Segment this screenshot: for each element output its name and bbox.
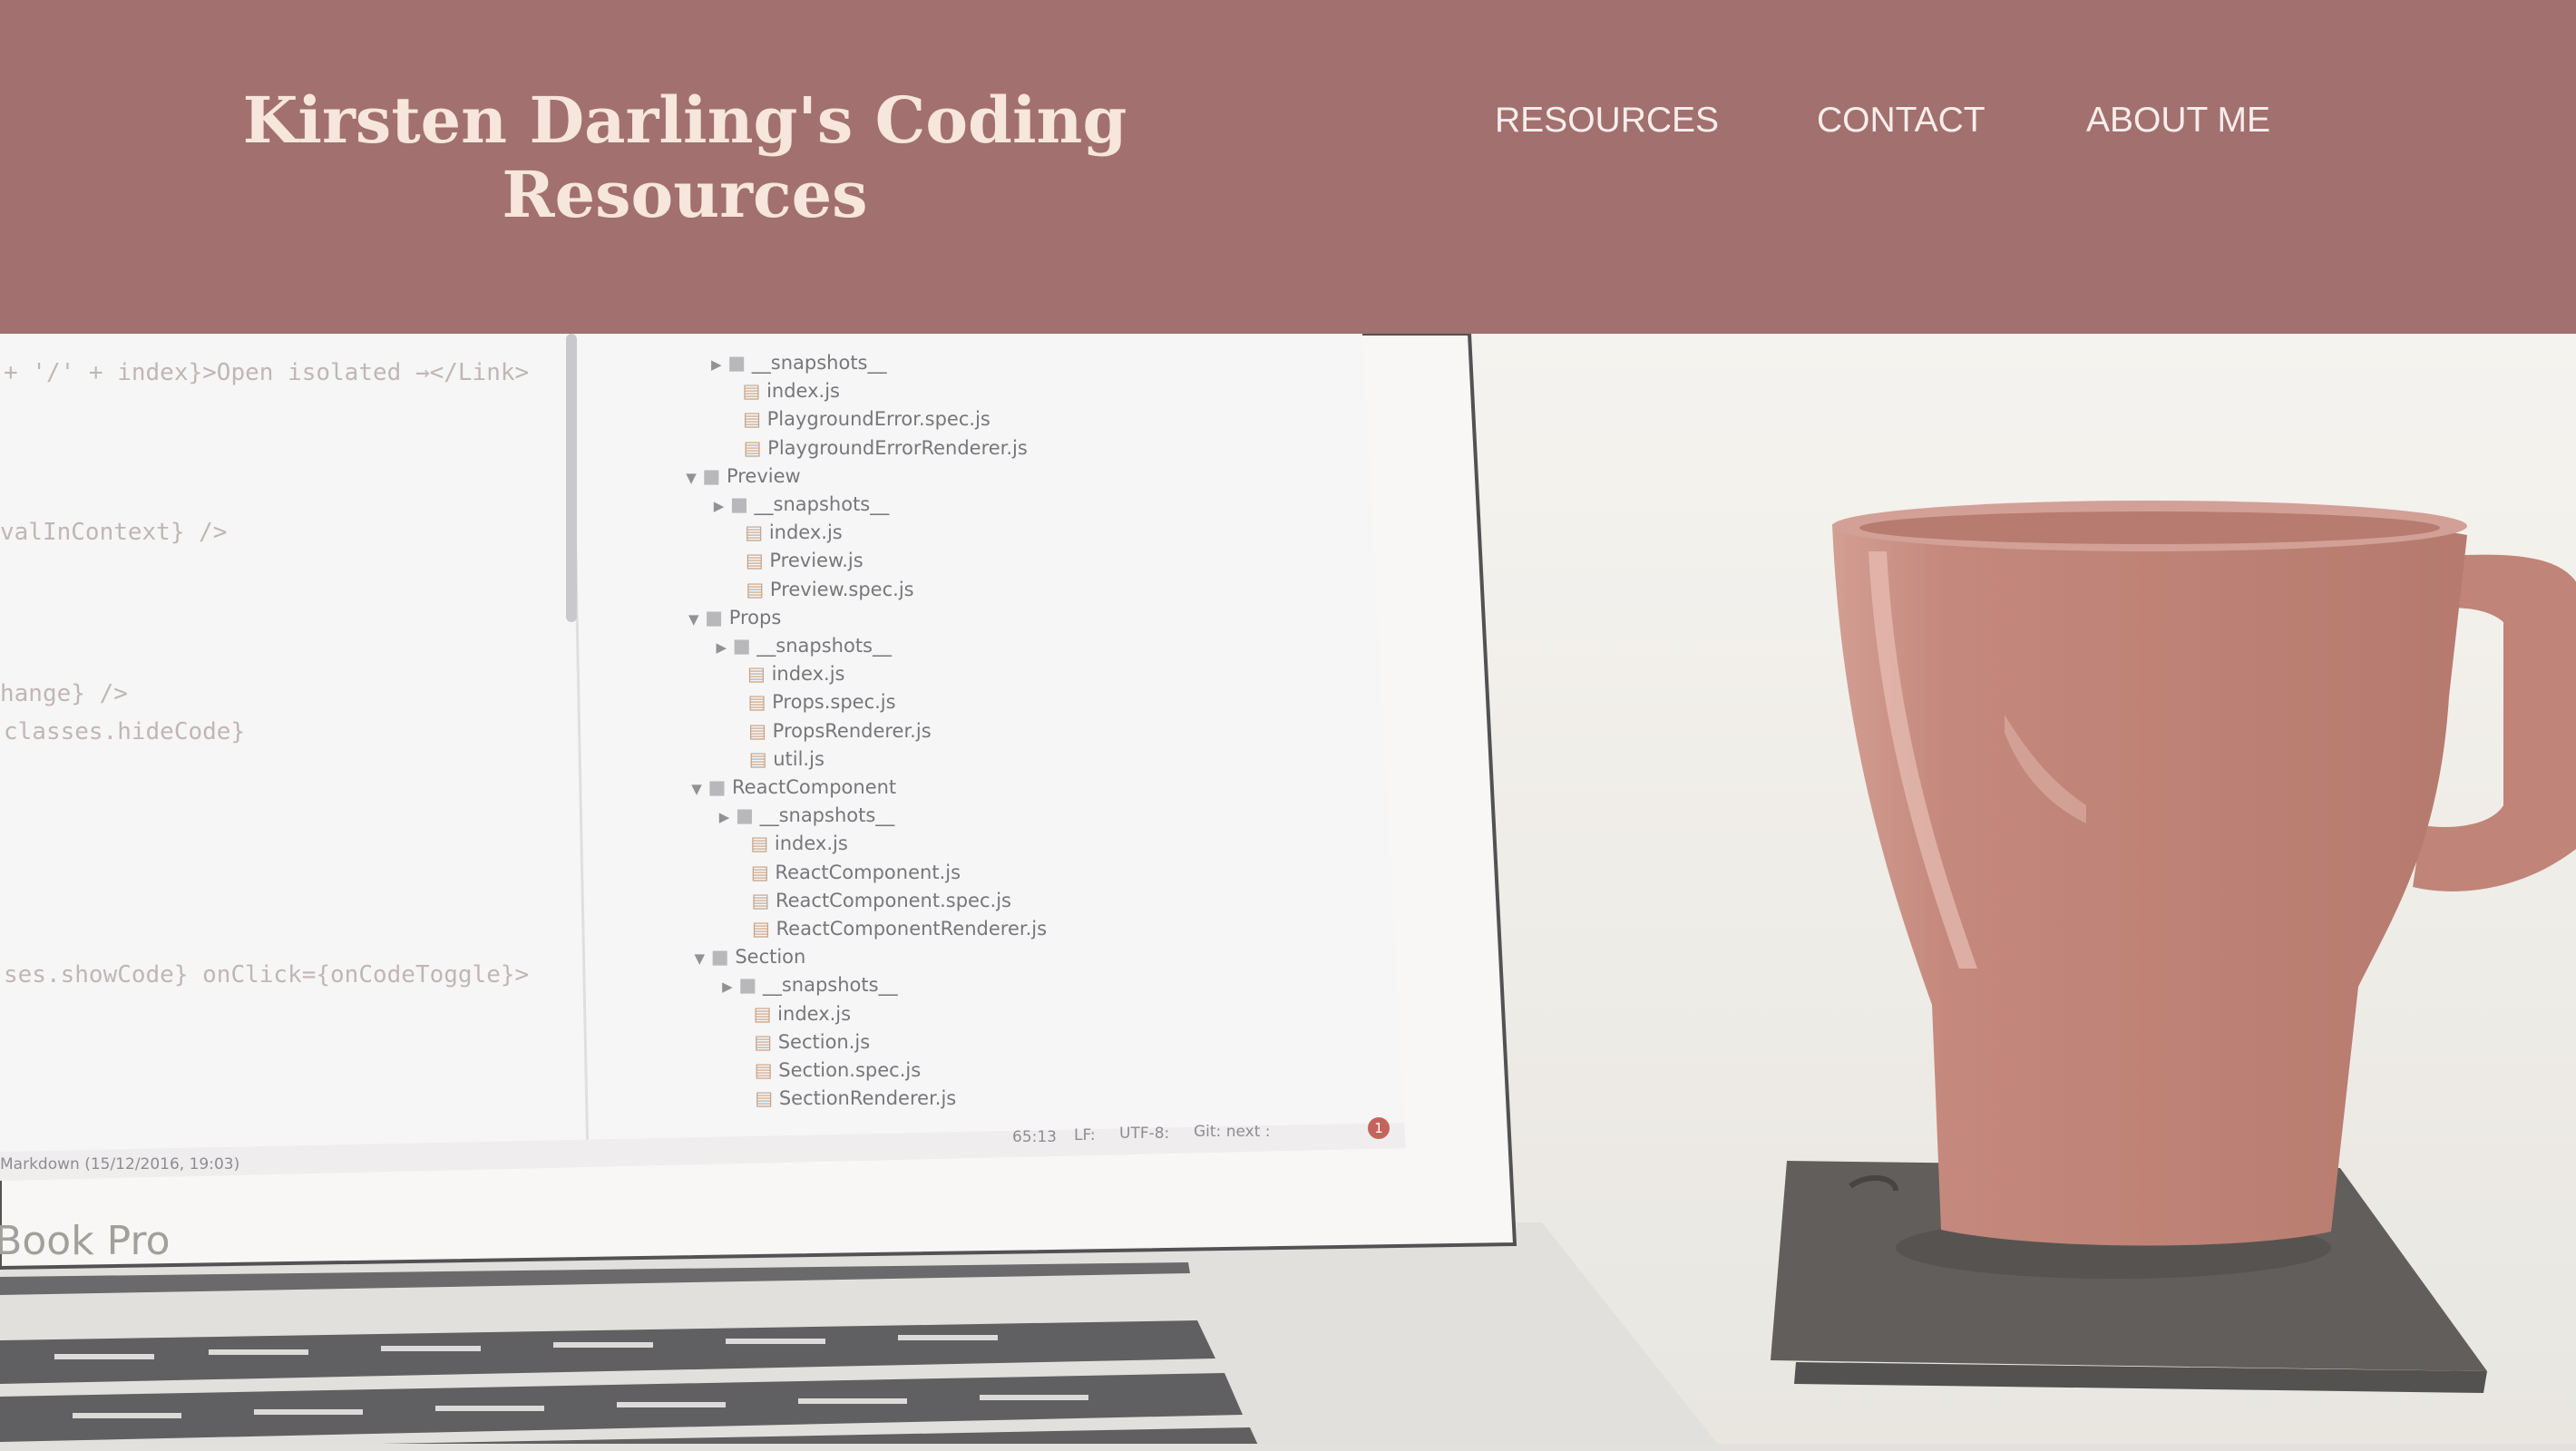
site-title-line2: Resources [502, 157, 868, 232]
file-tree-file[interactable]: ▤ index.js [747, 663, 844, 685]
hero-photo [0, 334, 2576, 1451]
file-tree-label: __snapshots__ [759, 804, 895, 827]
file-tree-label: index.js [771, 663, 845, 686]
file-tree-file[interactable]: ▤ Preview.js [746, 550, 864, 571]
file-tree-file[interactable]: ▤ index.js [745, 521, 842, 543]
status-text: Markdown (15/12/2016, 19:03) [0, 1155, 240, 1173]
file-tree-file[interactable]: ▤ ReactComponent.js [751, 862, 961, 883]
file-tree-label: index.js [766, 380, 840, 403]
hero-image: + '/' + index}>Open isolated →</Link> va… [0, 334, 2576, 1451]
file-tree-label: PlaygroundError.spec.js [766, 408, 990, 431]
file-tree-label: ReactComponent.spec.js [775, 889, 1011, 911]
file-tree-label: __snapshots__ [762, 974, 898, 997]
file-tree-label: Props [728, 606, 782, 628]
file-tree-label: PropsRenderer.js [772, 719, 932, 742]
code-line: ses.showCode} onClick={onCodeToggle}> [4, 961, 530, 988]
file-tree-file[interactable]: ▤ util.js [749, 748, 825, 770]
file-tree-folder[interactable]: ▶ ■ __snapshots__ [711, 352, 887, 374]
file-tree-folder[interactable]: ▶ ■ __snapshots__ [717, 635, 893, 657]
page-bottom-edge [0, 1444, 2576, 1451]
code-line: classes.hideCode} [4, 718, 246, 745]
site-title-line1: Kirsten Darling's Coding [242, 83, 1127, 158]
nav-contact-link[interactable]: CONTACT [1817, 98, 1986, 143]
file-tree-file[interactable]: ▤ Section.spec.js [755, 1059, 921, 1081]
file-tree-folder[interactable]: ▶ ■ __snapshots__ [722, 974, 898, 996]
site-header: Kirsten Darling's Coding Resources RESOU… [0, 0, 2576, 334]
file-tree-label: index.js [774, 833, 848, 855]
code-line: + '/' + index}>Open isolated →</Link> [4, 359, 530, 386]
site-title[interactable]: Kirsten Darling's Coding Resources [218, 83, 1152, 232]
file-tree-file[interactable]: ▤ index.js [743, 380, 840, 402]
file-tree-file[interactable]: ▤ index.js [750, 833, 847, 854]
file-tree-file[interactable]: ▤ Props.spec.js [748, 691, 896, 713]
status-badge: 1 [1368, 1117, 1390, 1139]
file-tree-label: __snapshots__ [751, 352, 887, 374]
nav-resources-link[interactable]: RESOURCES [1495, 98, 1719, 143]
file-tree-label: Preview [726, 464, 801, 487]
file-tree-label: Section.spec.js [778, 1059, 922, 1081]
file-tree-label: ReactComponentRenderer.js [776, 918, 1048, 940]
file-tree-label: PlaygroundErrorRenderer.js [767, 436, 1028, 459]
file-tree-label: Section [735, 946, 806, 969]
file-tree-label: __snapshots__ [754, 493, 890, 515]
laptop-brand-label: cBook Pro [0, 1218, 171, 1264]
file-tree-file[interactable]: ▤ ReactComponent.spec.js [751, 890, 1011, 911]
file-tree-label: index.js [777, 1002, 852, 1025]
file-tree-label: index.js [768, 521, 843, 544]
file-tree-file[interactable]: ▤ PlaygroundErrorRenderer.js [744, 437, 1028, 459]
file-tree-folder[interactable]: ▼ ■ Section [695, 946, 806, 968]
file-tree-folder[interactable]: ▶ ■ __snapshots__ [714, 493, 890, 515]
file-tree-folder[interactable]: ▼ ■ Props [688, 607, 781, 628]
file-tree-label: __snapshots__ [756, 635, 892, 657]
file-tree-file[interactable]: ▤ SectionRenderer.js [755, 1087, 956, 1109]
file-tree-file[interactable]: ▤ PropsRenderer.js [748, 720, 932, 742]
file-tree-label: Props.spec.js [772, 691, 896, 714]
file-tree-label: SectionRenderer.js [778, 1087, 957, 1110]
status-line-ending: LF: [1074, 1126, 1096, 1144]
nav-about-me-link[interactable]: ABOUT ME [2086, 98, 2270, 143]
status-encoding: UTF-8: [1119, 1125, 1170, 1143]
file-tree-file[interactable]: ▤ PlaygroundError.spec.js [743, 408, 990, 430]
file-tree-label: Preview.js [769, 550, 864, 572]
status-position: 65:13 [1012, 1128, 1057, 1146]
main-nav: RESOURCES CONTACT ABOUT ME [1451, 98, 2340, 143]
file-tree-file[interactable]: ▤ Section.js [754, 1031, 870, 1053]
file-tree-folder[interactable]: ▶ ■ __snapshots__ [719, 804, 895, 826]
file-tree-label: Preview.spec.js [769, 578, 914, 600]
file-tree-label: ReactComponent.js [775, 861, 961, 883]
code-line: valInContext} /> [0, 519, 228, 546]
file-tree-file[interactable]: ▤ ReactComponentRenderer.js [752, 918, 1047, 940]
status-git-branch: Git: next : [1194, 1123, 1271, 1141]
file-tree-folder[interactable]: ▼ ■ ReactComponent [691, 776, 896, 798]
code-line: hange} /> [0, 680, 128, 707]
file-tree-label: util.js [773, 747, 825, 770]
file-tree-label: ReactComponent [732, 776, 897, 798]
laptop-screen [0, 334, 1406, 1181]
file-tree-label: Section.js [777, 1030, 871, 1053]
file-tree-file[interactable]: ▤ index.js [754, 1003, 851, 1025]
file-tree-folder[interactable]: ▼ ■ Preview [686, 465, 801, 487]
file-tree-file[interactable]: ▤ Preview.spec.js [746, 579, 913, 600]
